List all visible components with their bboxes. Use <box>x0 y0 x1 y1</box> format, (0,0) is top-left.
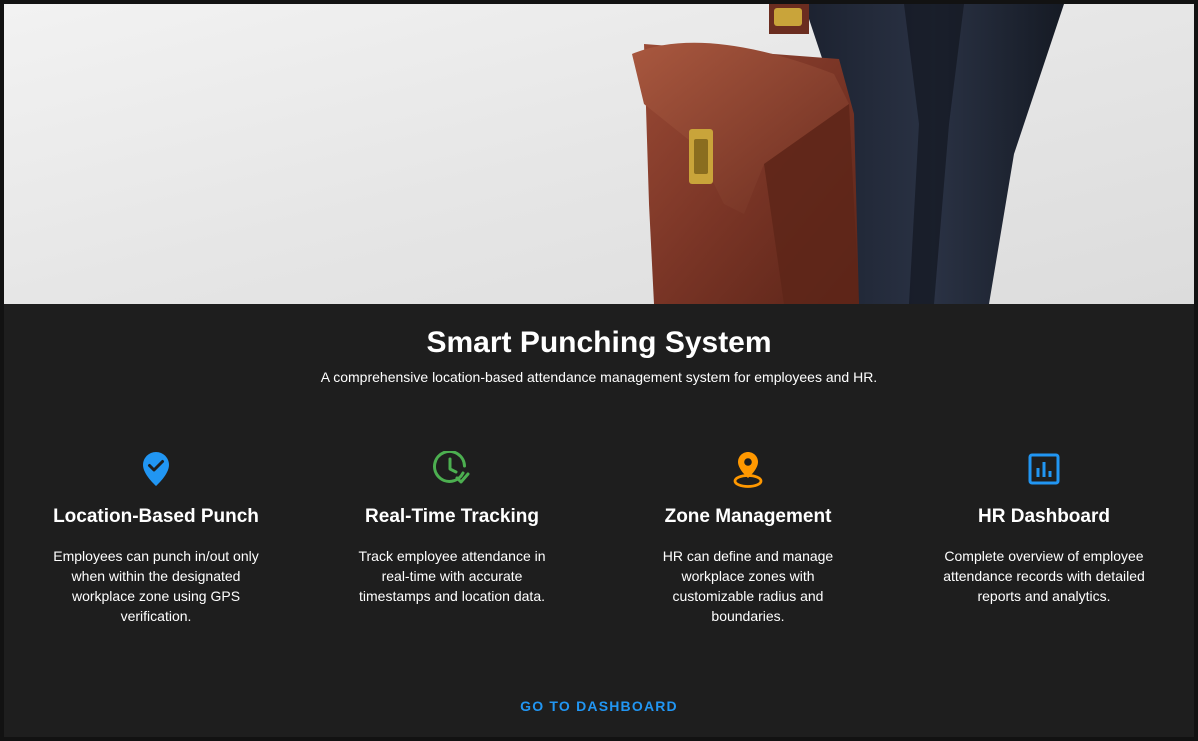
page-title: Smart Punching System <box>426 326 772 359</box>
clock-check-icon <box>307 449 597 489</box>
landing-card: Smart Punching System A comprehensive lo… <box>4 4 1194 737</box>
feature-description: Track employee attendance in real-time w… <box>358 548 546 604</box>
location-check-icon <box>11 449 301 489</box>
feature-hr-dashboard: HR Dashboard Complete overview of employ… <box>899 449 1189 606</box>
feature-description: HR can define and manage workplace zones… <box>662 548 834 624</box>
hero-briefcase-illustration <box>4 4 1194 304</box>
feature-real-time-tracking: Real-Time Tracking Track employee attend… <box>307 449 597 606</box>
analytics-icon <box>899 449 1189 489</box>
pin-drop-icon <box>603 449 893 489</box>
feature-title: Location-Based Punch <box>53 506 259 527</box>
page-subtitle: A comprehensive location-based attendanc… <box>320 369 878 385</box>
hero-image <box>4 4 1194 304</box>
feature-description: Complete overview of employee attendance… <box>943 548 1145 604</box>
feature-location-based-punch: Location-Based Punch Employees can punch… <box>11 449 301 626</box>
feature-title: Real-Time Tracking <box>365 506 539 527</box>
feature-title: HR Dashboard <box>978 506 1110 527</box>
feature-description: Employees can punch in/out only when wit… <box>53 548 259 624</box>
content-section: Smart Punching System A comprehensive lo… <box>4 304 1194 737</box>
cta-container: GO TO DASHBOARD <box>4 692 1194 720</box>
feature-title: Zone Management <box>664 506 832 527</box>
go-to-dashboard-button[interactable]: GO TO DASHBOARD <box>508 692 690 720</box>
features-grid: Location-Based Punch Employees can punch… <box>4 449 1194 639</box>
feature-zone-management: Zone Management HR can define and manage… <box>603 449 893 626</box>
